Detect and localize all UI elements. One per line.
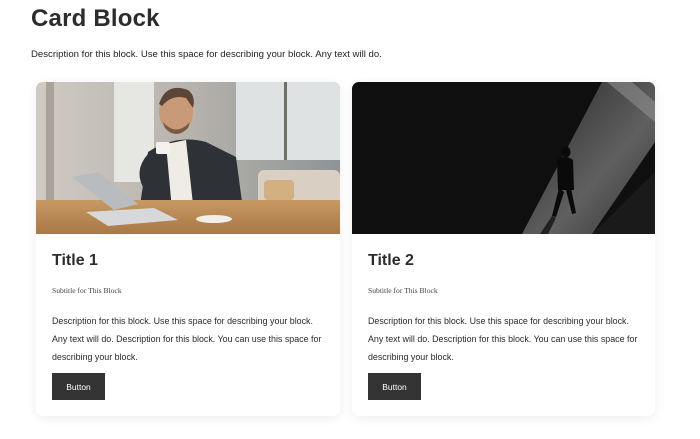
card-description: Description for this block. Use this spa… xyxy=(52,316,322,362)
card-image-silhouette xyxy=(352,82,655,234)
card-subtitle: Subtitle for This Block xyxy=(368,286,438,295)
page-description: Description for this block. Use this spa… xyxy=(31,49,382,60)
card-1-button[interactable]: Button xyxy=(52,373,105,400)
card-2: Title 2 Subtitle for This Block Descript… xyxy=(352,82,655,416)
card-image-businessman xyxy=(36,82,340,234)
card-subtitle: Subtitle for This Block xyxy=(52,286,122,295)
card-1: Title 1 Subtitle for This Block Descript… xyxy=(36,82,340,416)
card-title: Title 2 xyxy=(368,252,414,269)
card-title: Title 1 xyxy=(52,252,98,269)
card-description: Description for this block. Use this spa… xyxy=(368,316,638,362)
card-2-button[interactable]: Button xyxy=(368,373,421,400)
page-title: Card Block xyxy=(31,5,160,32)
